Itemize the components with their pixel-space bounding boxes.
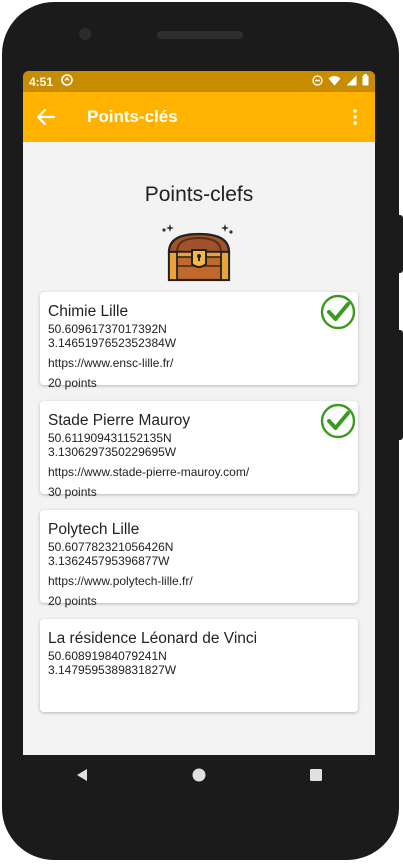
point-card[interactable]: Stade Pierre Mauroy 50.611909431152135N … (40, 401, 358, 499)
point-longitude: 3.136245795396877W (48, 554, 170, 568)
nav-back-button[interactable] (75, 768, 89, 787)
screen: 4:51 Points-clés Points-clefs Chimie Lil… (23, 71, 375, 755)
point-name: Polytech Lille (48, 521, 140, 538)
point-score: 20 points (48, 376, 97, 390)
point-url[interactable]: https://www.ensc-lille.fr/ (48, 356, 350, 370)
earpiece-speaker (157, 31, 243, 39)
power-button (397, 330, 403, 440)
content: Points-clefs Chimie Lille 50.60961737017… (23, 142, 375, 712)
point-card[interactable]: Polytech Lille 50.607782321056426N 3.136… (40, 510, 358, 608)
status-bar: 4:51 (23, 71, 375, 92)
point-name: Stade Pierre Mauroy (48, 412, 191, 429)
circle-home-icon (192, 768, 206, 781)
front-camera (79, 28, 91, 40)
arrow-back-icon (37, 109, 55, 125)
square-recents-icon (310, 768, 323, 781)
point-score: 20 points (48, 594, 97, 608)
app-bar-title: Points-clés (87, 107, 178, 126)
check-circle-icon (320, 403, 356, 439)
point-card[interactable]: La résidence Léonard de Vinci 50.6089198… (40, 619, 358, 712)
triangle-back-icon (76, 768, 87, 781)
nav-home-button[interactable] (192, 768, 206, 787)
page-heading: Points-clefs (144, 183, 254, 206)
back-button[interactable] (23, 92, 69, 142)
sync-icon (61, 74, 73, 89)
point-latitude: 50.611909431152135N (48, 431, 172, 445)
point-longitude: 3.1306297350229695W (48, 445, 177, 459)
point-latitude: 50.60891984079241N (48, 649, 167, 663)
point-name: Chimie Lille (48, 303, 129, 320)
battery-icon (362, 74, 369, 89)
point-longitude: 3.1479595389831827W (48, 663, 177, 677)
system-nav-bar (23, 755, 375, 799)
point-card[interactable]: Chimie Lille 50.60961737017392N 3.146519… (40, 292, 358, 390)
overflow-menu-button[interactable] (335, 92, 375, 142)
point-score: 30 points (48, 485, 97, 499)
nav-recents-button[interactable] (309, 768, 323, 787)
point-longitude: 3.1465197652352384W (48, 336, 177, 350)
point-latitude: 50.60961737017392N (48, 322, 167, 336)
treasure-chest-icon (23, 220, 375, 284)
wifi-icon (328, 75, 341, 89)
volume-button (397, 215, 403, 273)
point-url[interactable]: https://www.stade-pierre-mauroy.com/ (48, 465, 350, 479)
point-url[interactable]: https://www.polytech-lille.fr/ (48, 574, 350, 588)
signal-icon (346, 75, 357, 89)
point-name: La résidence Léonard de Vinci (48, 630, 258, 647)
more-vert-icon (353, 109, 357, 125)
phone-frame: 4:51 Points-clés Points-clefs Chimie Lil… (0, 0, 403, 864)
check-circle-icon (320, 294, 356, 330)
points-list: Chimie Lille 50.60961737017392N 3.146519… (23, 292, 375, 712)
app-bar: Points-clés (23, 92, 375, 142)
dnd-icon (312, 74, 323, 89)
point-latitude: 50.607782321056426N (48, 540, 174, 554)
status-time: 4:51 (29, 74, 54, 89)
